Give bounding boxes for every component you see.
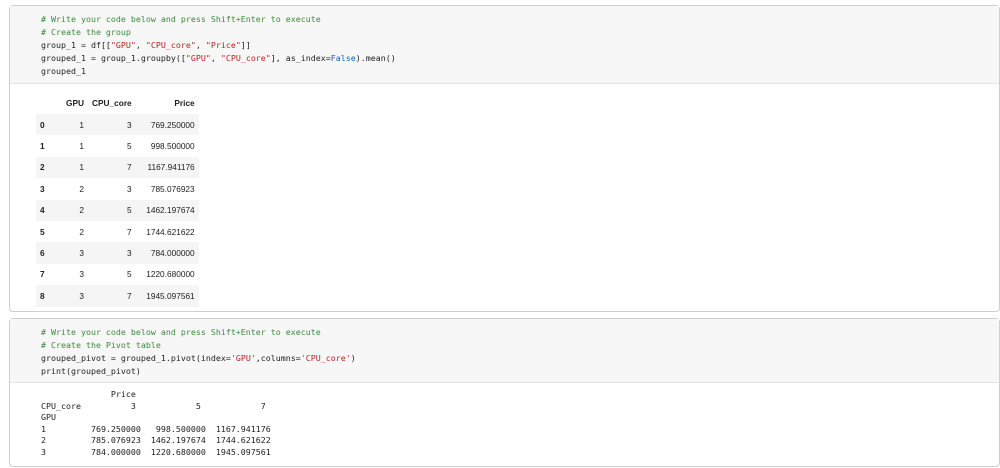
row-index: 5 [40,226,45,237]
table-row: 8 3 7 1945.097561 [36,285,199,307]
row-index: 2 [40,162,45,173]
table-header-row: GPU CPU_core Price [36,92,199,114]
cell-price: 1945.097561 [146,290,195,301]
cell-cpu-core: 5 [127,141,132,152]
cell-price: 785.076923 [150,183,195,194]
cell-cpu-core: 3 [127,183,132,194]
table-row: 2 1 7 1167.941176 [36,156,199,179]
code-comment: # Create the group [41,27,131,37]
cell-gpu: 3 [79,269,84,280]
cell-price: 769.250000 [150,119,195,130]
cell-price: 998.500000 [150,141,195,152]
cell-gpu: 1 [79,162,84,173]
cell-output-2: Price CPU_core 3 5 7 GPU 1 769.250000 998… [10,389,999,458]
cell-gpu: 3 [79,248,84,259]
pivot-text-output: Price CPU_core 3 5 7 GPU 1 769.250000 998… [41,389,999,458]
cell-price: 1462.197674 [146,205,195,216]
dataframe-table: GPU CPU_core Price 0 1 3 769.250000 1 1 5 998.5… [36,92,199,307]
output-line: CPU_core 3 5 7 [41,400,266,411]
cell-cpu-core: 5 [127,205,132,216]
cell-gpu: 2 [79,226,84,237]
code-cell-2[interactable]: # Write your code below and press Shift+… [9,318,1000,467]
row-index: 8 [40,290,45,301]
column-header-cpu-core: CPU_core [92,98,132,108]
code-line: group_1 = df[["GPU", "CPU_core", "Price"… [41,40,251,50]
code-line: grouped_1 = group_1.groupby(["GPU", "CPU… [41,53,396,63]
row-index: 6 [40,248,45,259]
cell-gpu: 2 [79,183,84,194]
code-comment: # Write your code below and press Shift+… [41,327,321,337]
cell-gpu: 1 [79,141,84,152]
output-line: Price [41,389,256,399]
cell-cpu-core: 3 [127,248,132,259]
code-comment: # Write your code below and press Shift+… [41,14,321,24]
cell-gpu: 2 [79,205,84,216]
row-index: 7 [40,269,45,280]
cell-cpu-core: 7 [127,162,132,173]
column-header-gpu: GPU [66,98,84,108]
code-line: print(grouped_pivot) [41,366,141,376]
table-row: 7 3 5 1220.680000 [36,264,199,285]
table-row: 3 2 3 785.076923 [36,178,199,199]
row-index: 4 [40,205,45,216]
cell-cpu-core: 3 [127,119,132,130]
cell-cpu-core: 7 [127,290,132,301]
column-header-price: Price [174,98,195,108]
cell-cpu-core: 7 [127,226,132,237]
code-input-2[interactable]: # Write your code below and press Shift+… [10,319,999,383]
table-row: 1 1 5 998.500000 [36,135,199,156]
output-line: 1 769.250000 998.500000 1167.941176 [41,423,271,434]
code-comment: # Create the Pivot table [41,340,161,350]
output-line: GPU [41,412,266,422]
cell-price: 1167.941176 [147,162,195,173]
cell-cpu-core: 5 [127,269,132,280]
table-row: 5 2 7 1744.621622 [36,221,199,242]
cell-output-1: GPU CPU_core Price 0 1 3 769.250000 1 1 5 998.5… [10,92,999,307]
code-line: grouped_pivot = grouped_1.pivot(index='G… [41,353,356,363]
table-row: 0 1 3 769.250000 [36,114,199,136]
code-cell-1[interactable]: # Write your code below and press Shift+… [9,5,1000,312]
row-index: 1 [40,141,45,152]
table-row: 6 3 3 784.000000 [36,242,199,264]
code-input-1[interactable]: # Write your code below and press Shift+… [10,6,999,84]
row-index: 0 [40,119,45,130]
cell-price: 1220.680000 [146,269,195,280]
output-line: 3 784.000000 1220.680000 1945.097561 [41,446,271,457]
output-line: 2 785.076923 1462.197674 1744.621622 [41,435,271,445]
row-index: 3 [40,183,45,194]
table-row: 4 2 5 1462.197674 [36,199,199,221]
cell-price: 784.000000 [150,248,195,259]
index-header [36,92,60,114]
cell-gpu: 3 [79,290,84,301]
code-line: grouped_1 [41,66,86,76]
cell-gpu: 1 [79,119,84,130]
cell-price: 1744.621622 [146,226,195,237]
